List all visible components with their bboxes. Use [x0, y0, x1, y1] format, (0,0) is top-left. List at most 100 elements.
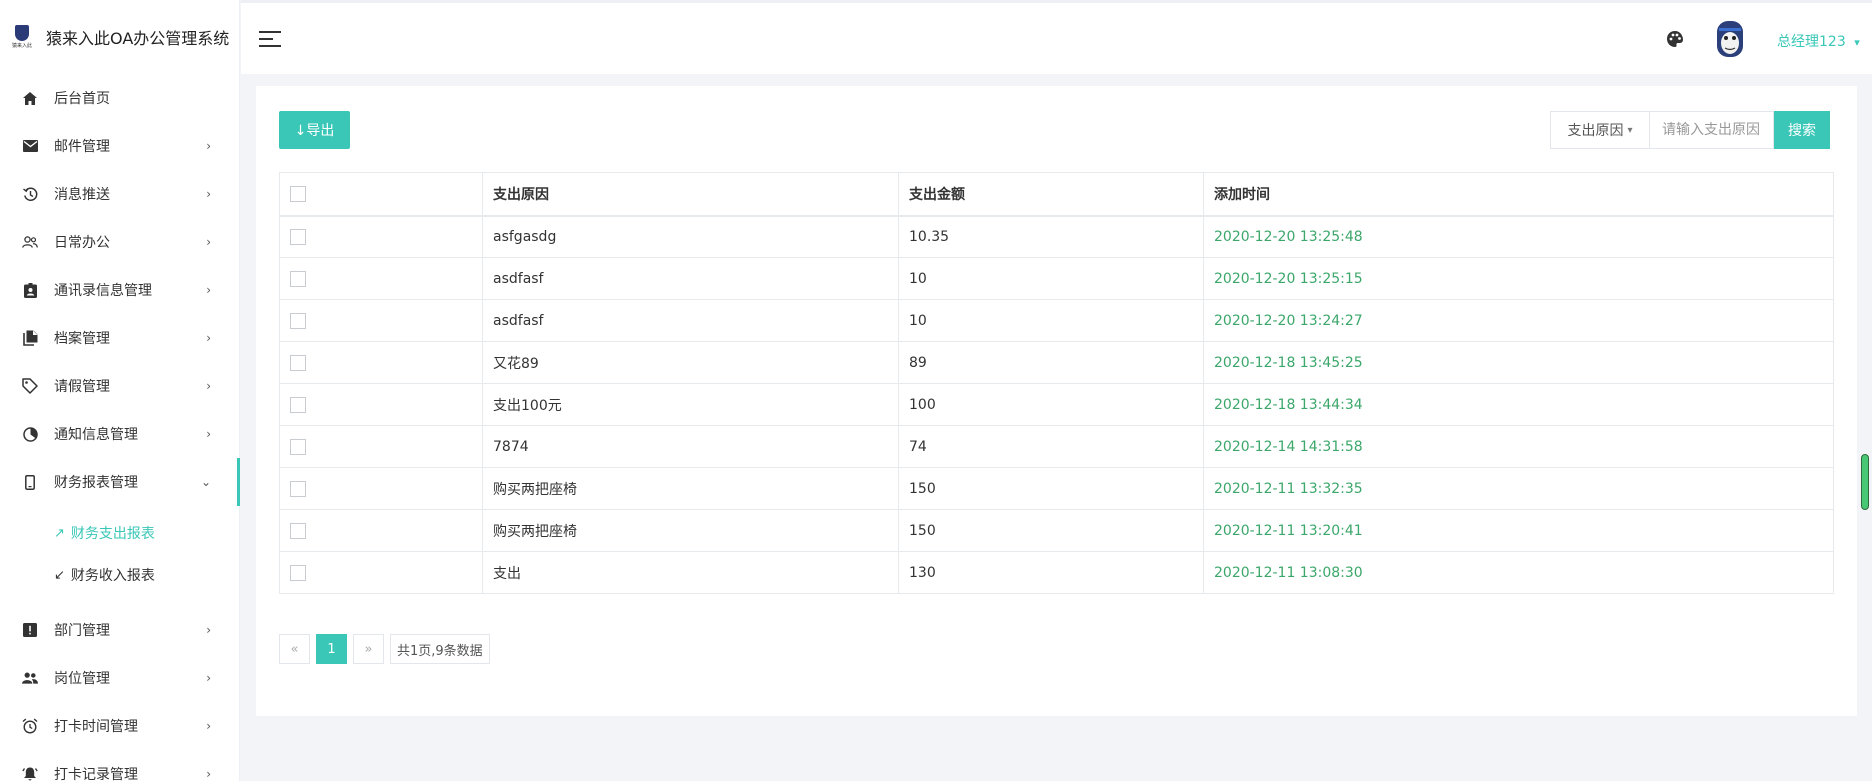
cell-amount: 150 [898, 467, 1204, 510]
table-row[interactable]: asdfasf 10 2020-12-20 13:25:15 [279, 257, 1834, 300]
palette-icon[interactable] [1665, 29, 1685, 49]
chevron-right-icon: › [206, 623, 211, 637]
page-button-current[interactable]: 1 [316, 634, 347, 664]
sidebar-item-clock-record[interactable]: 打卡记录管理 › [0, 750, 239, 781]
table-row[interactable]: 购买两把座椅 150 2020-12-11 13:20:41 [279, 509, 1834, 552]
chevron-right-icon: › [206, 427, 211, 441]
chevron-right-icon: › [206, 719, 211, 733]
table-row[interactable]: 支出100元 100 2020-12-18 13:44:34 [279, 383, 1834, 426]
search-button[interactable]: 搜索 [1774, 111, 1830, 149]
bell-icon [22, 766, 38, 781]
chevron-down-icon: ⌄ [200, 475, 211, 489]
sidebar-item-department[interactable]: 部门管理 › [0, 606, 239, 654]
cell-amount: 89 [898, 341, 1204, 384]
sidebar-item-label: 邮件管理 [54, 139, 110, 155]
user-menu[interactable]: 总经理123 ▾ [1777, 31, 1860, 51]
sidebar-item-label: 日常办公 [54, 235, 110, 251]
avatar[interactable] [1715, 19, 1745, 59]
logo-text: 猿来入此 [11, 43, 32, 49]
cell-time: 2020-12-20 13:24:27 [1203, 299, 1834, 342]
topbar: 总经理123 ▾ [241, 0, 1872, 74]
tag-icon [22, 378, 38, 394]
row-checkbox[interactable] [290, 480, 306, 497]
column-header-reason[interactable]: 支出原因 [482, 172, 899, 217]
cell-amount: 10 [898, 299, 1204, 342]
chevron-right-icon: › [206, 671, 211, 685]
search-bar: 支出原因 ▾ 搜索 [1550, 111, 1830, 149]
select-all-cell [279, 172, 483, 217]
submenu-item-income-report[interactable]: ↙ 财务收入报表 [0, 554, 239, 596]
row-checkbox[interactable] [290, 228, 306, 245]
caret-down-icon: ▾ [1854, 36, 1860, 49]
pie-icon [22, 426, 38, 442]
logo: 猿来入此 [8, 23, 36, 51]
chevron-right-icon: › [206, 767, 211, 781]
cell-time: 2020-12-18 13:45:25 [1203, 341, 1834, 384]
scrollbar-thumb[interactable] [1861, 454, 1869, 510]
cell-amount: 100 [898, 383, 1204, 426]
phone-icon [22, 474, 38, 490]
user-name: 总经理123 [1777, 34, 1846, 50]
sidebar-nav: 后台首页 邮件管理 › 消息推送 › 日常办公 › 通讯录信息管理 › 档案管理… [0, 74, 240, 506]
cell-reason: asdfasf [482, 299, 899, 342]
cell-amount: 130 [898, 551, 1204, 594]
next-page-button[interactable]: » [353, 634, 384, 664]
submenu-item-expense-report[interactable]: ↗ 财务支出报表 [0, 512, 239, 554]
table-row[interactable]: 支出 130 2020-12-11 13:08:30 [279, 551, 1834, 594]
row-checkbox[interactable] [290, 312, 306, 329]
sidebar-item-clock-time[interactable]: 打卡时间管理 › [0, 702, 239, 750]
row-checkbox[interactable] [290, 354, 306, 371]
finance-submenu: ↗ 财务支出报表 ↙ 财务收入报表 [0, 506, 239, 606]
sidebar-item-daily-office[interactable]: 日常办公 › [0, 218, 239, 266]
cell-reason: 7874 [482, 425, 899, 468]
cell-reason: 购买两把座椅 [482, 509, 899, 552]
cell-time: 2020-12-11 13:32:35 [1203, 467, 1834, 510]
column-header-amount[interactable]: 支出金额 [898, 172, 1204, 217]
table-header-row: 支出原因 支出金额 添加时间 [279, 172, 1834, 217]
sidebar-item-archives[interactable]: 档案管理 › [0, 314, 239, 362]
brand[interactable]: 猿来入此 猿来入此OA办公管理系统 [0, 0, 239, 74]
select-all-checkbox[interactable] [290, 185, 306, 202]
pagination-info: 共1页,9条数据 [390, 634, 490, 664]
group-icon [22, 670, 38, 686]
row-select-cell [279, 425, 483, 468]
sidebar-item-message[interactable]: 消息推送 › [0, 170, 239, 218]
row-select-cell [279, 215, 483, 258]
sidebar-item-notice[interactable]: 通知信息管理 › [0, 410, 239, 458]
sidebar-item-finance[interactable]: 财务报表管理 ⌄ [0, 458, 240, 506]
cell-time: 2020-12-20 13:25:48 [1203, 215, 1834, 258]
sidebar-item-label: 档案管理 [54, 331, 110, 347]
row-checkbox[interactable] [290, 438, 306, 455]
chevron-right-icon: › [206, 139, 211, 153]
menu-toggle-icon[interactable] [259, 31, 281, 47]
search-input[interactable] [1649, 111, 1774, 149]
submenu-item-label: 财务支出报表 [70, 526, 155, 542]
sidebar-item-leave[interactable]: 请假管理 › [0, 362, 239, 410]
sidebar-item-label: 消息推送 [54, 187, 110, 203]
prev-page-button[interactable]: « [279, 634, 310, 664]
shield-logo-icon [15, 25, 29, 41]
column-header-time[interactable]: 添加时间 [1203, 172, 1834, 217]
row-select-cell [279, 383, 483, 426]
table-row[interactable]: 购买两把座椅 150 2020-12-11 13:32:35 [279, 467, 1834, 510]
row-checkbox[interactable] [290, 522, 306, 539]
table-row[interactable]: 又花89 89 2020-12-18 13:45:25 [279, 341, 1834, 384]
users-icon [22, 234, 38, 250]
app-title: 猿来入此OA办公管理系统 [46, 29, 230, 48]
content-card: ↓导出 支出原因 ▾ 搜索 支出原因 支出金额 添加时间 asfgasdg 10… [256, 86, 1857, 716]
table-row[interactable]: 7874 74 2020-12-14 14:31:58 [279, 425, 1834, 468]
cell-reason: asfgasdg [482, 215, 899, 258]
sidebar-item-position[interactable]: 岗位管理 › [0, 654, 239, 702]
row-checkbox[interactable] [290, 270, 306, 287]
sidebar-item-contacts[interactable]: 通讯录信息管理 › [0, 266, 239, 314]
table-row[interactable]: asfgasdg 10.35 2020-12-20 13:25:48 [279, 215, 1834, 258]
sidebar-item-mail[interactable]: 邮件管理 › [0, 122, 239, 170]
cell-reason: 支出 [482, 551, 899, 594]
sidebar: 猿来入此 猿来入此OA办公管理系统 后台首页 邮件管理 › 消息推送 › 日常办… [0, 0, 240, 781]
sidebar-item-home[interactable]: 后台首页 [0, 74, 239, 122]
row-checkbox[interactable] [290, 396, 306, 413]
table-row[interactable]: asdfasf 10 2020-12-20 13:24:27 [279, 299, 1834, 342]
search-field-select[interactable]: 支出原因 ▾ [1550, 111, 1649, 149]
export-button[interactable]: ↓导出 [279, 111, 350, 149]
row-checkbox[interactable] [290, 564, 306, 581]
